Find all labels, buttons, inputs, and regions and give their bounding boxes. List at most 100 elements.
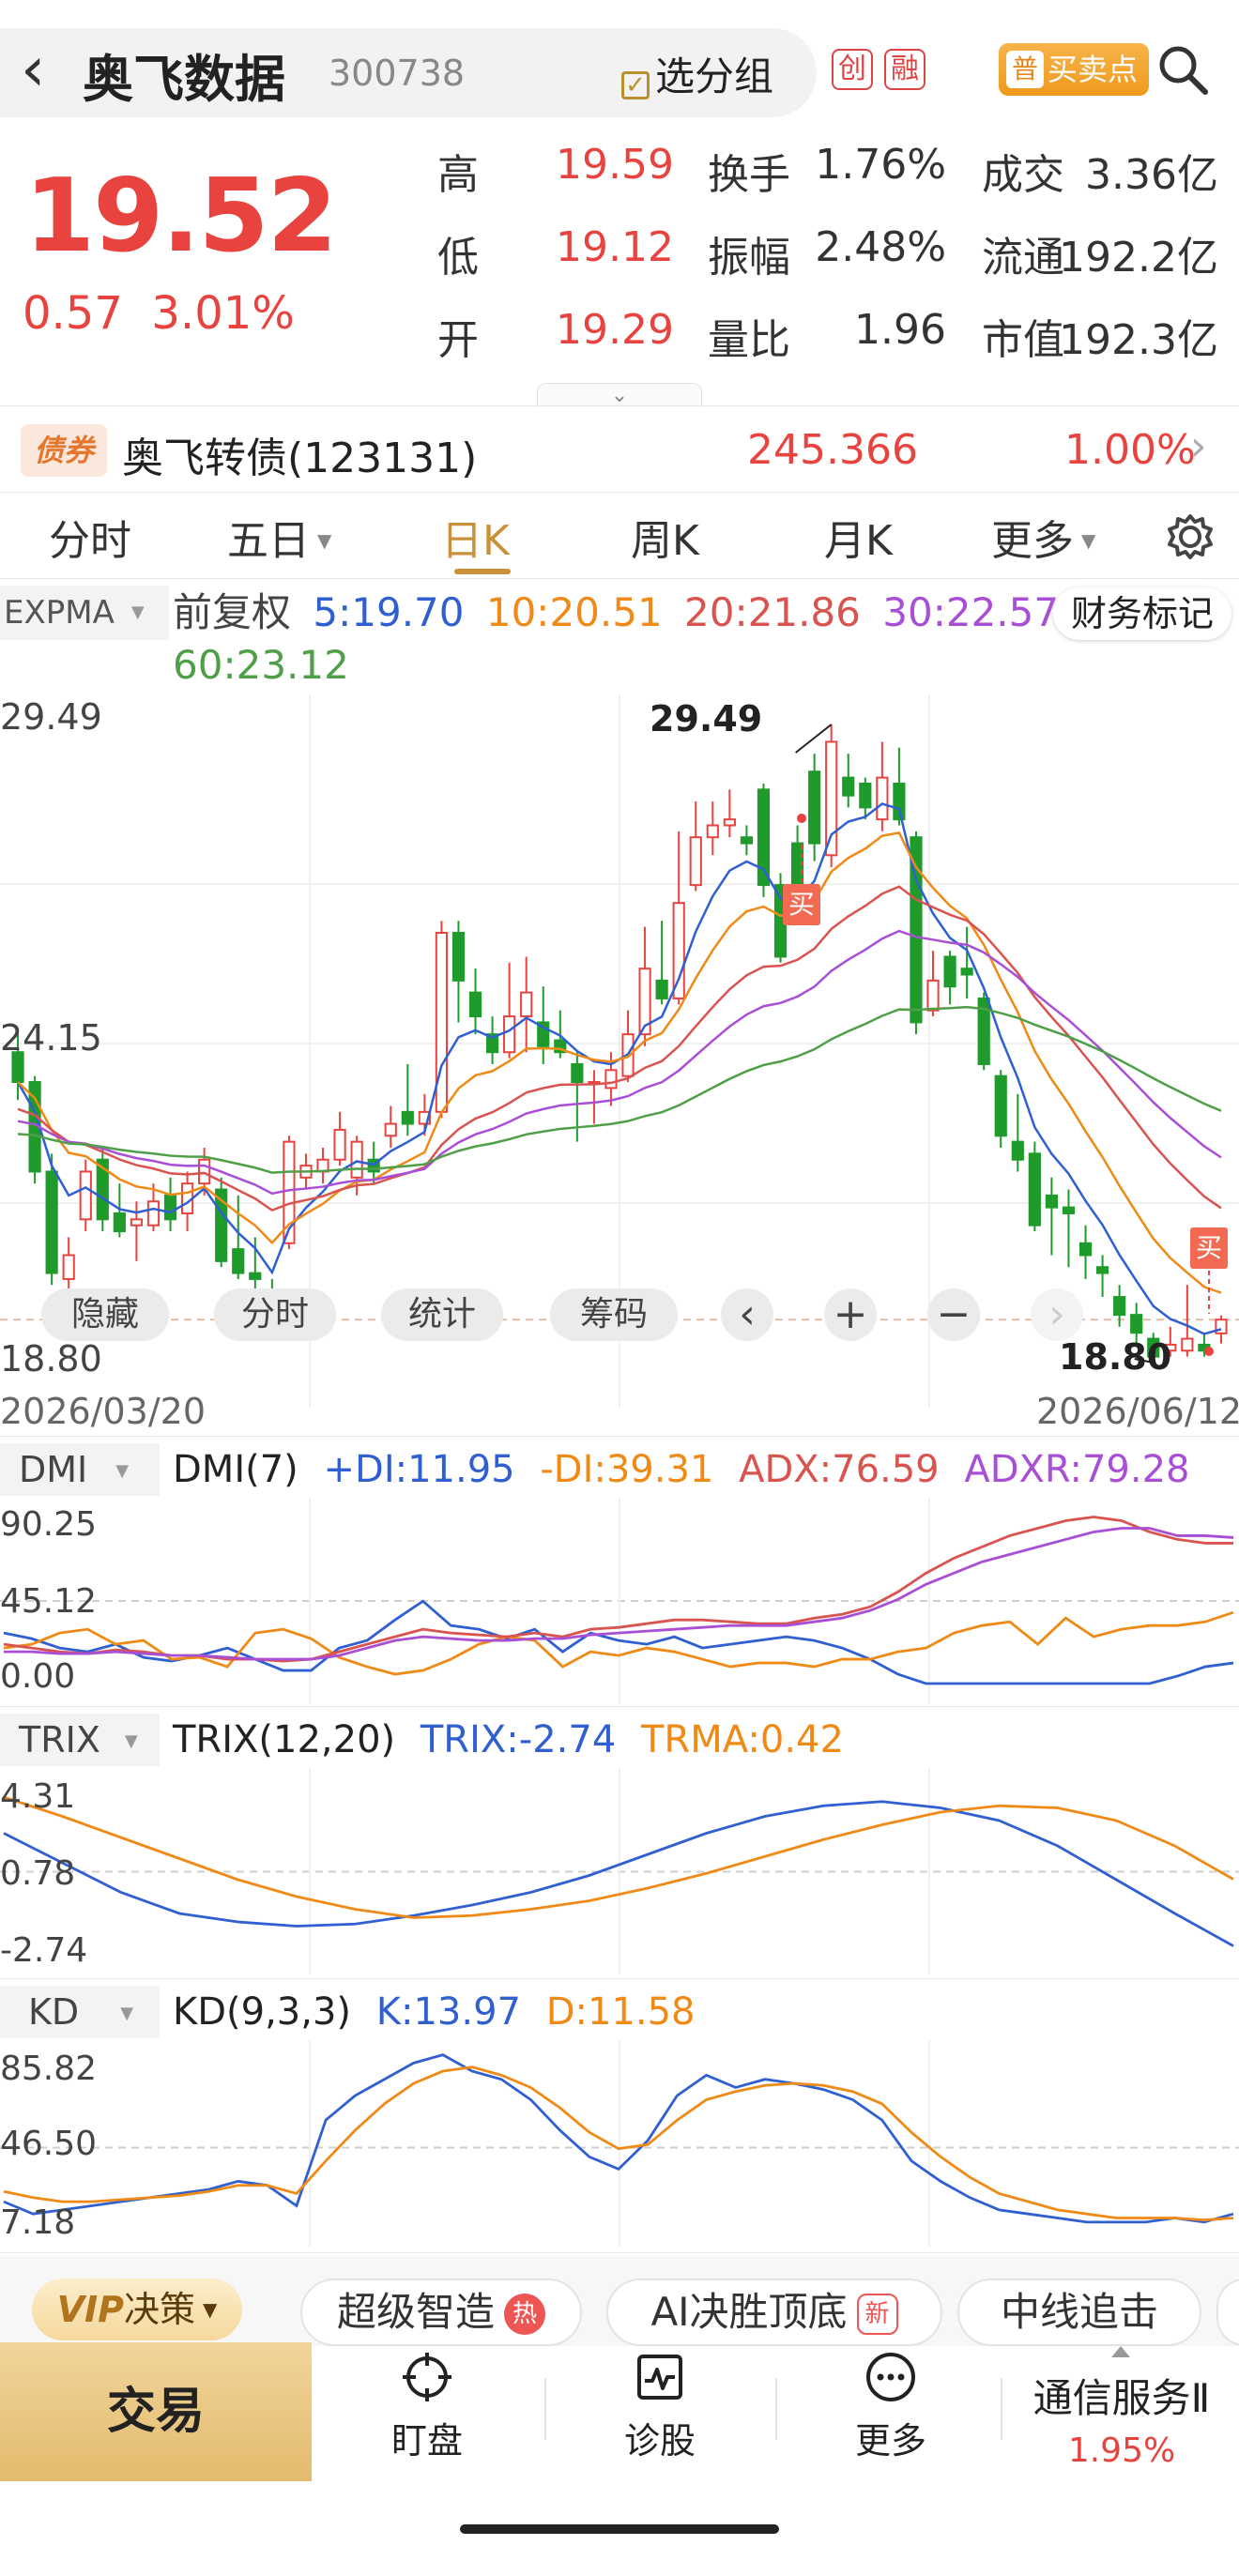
buy-sell-point-button[interactable]: 普买卖点: [999, 43, 1149, 96]
tab-fenshi[interactable]: 分时: [49, 507, 131, 567]
kd-chart: [0, 2040, 1239, 2247]
stat-value: 19.59: [556, 141, 674, 189]
indicator-selector-kd[interactable]: KD ▼: [0, 1986, 160, 2038]
mid-line-chase-chip[interactable]: 中线追击: [957, 2279, 1201, 2346]
select-group-button[interactable]: ✓ 选分组: [621, 45, 773, 102]
stat-value: 192.3亿: [1059, 316, 1218, 364]
adjust-mode[interactable]: 前复权: [173, 589, 291, 635]
stat-label: 量比: [708, 316, 790, 364]
dmi-adx: ADX:76.59: [739, 1448, 940, 1491]
kd-legend: KD(9,3,3) K:13.97 D:11.58: [173, 1986, 695, 2038]
candle-down: [163, 1194, 177, 1221]
active-tab-indicator: [454, 569, 511, 574]
diagnose-nav-item[interactable]: 诊股: [608, 2351, 711, 2463]
candle-up: [146, 1200, 161, 1227]
y-axis-mid-label: 24.15: [0, 1017, 102, 1059]
stat-value: 1.76%: [815, 141, 946, 189]
candle-down: [1078, 1242, 1093, 1257]
tab-five-day[interactable]: 五日 ▼: [227, 507, 331, 567]
candle-down: [842, 776, 855, 797]
indicator-selector-trix[interactable]: TRIX ▼: [0, 1714, 160, 1766]
zoom-out-icon[interactable]: −: [927, 1288, 980, 1341]
dmi-pdi: +DI:11.95: [323, 1448, 515, 1491]
ai-top-bottom-label: AI决胜顶底: [650, 2289, 848, 2335]
stat-label: 开: [437, 316, 479, 364]
expand-chevron-icon[interactable]: ⌄: [537, 383, 702, 407]
candle-up: [926, 979, 940, 1012]
buy-signal-marker[interactable]: 买: [1190, 1227, 1228, 1269]
nav-divider: [1001, 2378, 1002, 2440]
chip-distribution-button[interactable]: 筹码: [550, 1288, 678, 1341]
stat-value: 2.48%: [815, 223, 946, 271]
zoom-in-icon[interactable]: +: [824, 1288, 877, 1341]
stat-label: 市值: [982, 316, 1064, 364]
dmi-mdi: -DI:39.31: [540, 1448, 714, 1491]
finance-mark-button[interactable]: 财务标记: [1053, 587, 1231, 640]
back-icon[interactable]: ‹: [21, 32, 45, 107]
dmi-chart: [0, 1498, 1239, 1704]
scroll-left-icon[interactable]: ‹: [721, 1288, 773, 1341]
settings-gear-icon[interactable]: [1164, 511, 1216, 563]
candle-down: [943, 955, 956, 988]
buy-signal-marker[interactable]: 买: [783, 884, 820, 925]
candle-down: [1113, 1296, 1126, 1317]
candle-up: [520, 991, 533, 1018]
checkbox-icon: ✓: [621, 71, 650, 99]
date-start-label: 2026/03/20: [0, 1391, 206, 1432]
caret-up-icon: [1111, 2346, 1130, 2357]
diagnose-label: 诊股: [623, 2420, 696, 2462]
tab-week-k[interactable]: 周K: [631, 507, 699, 567]
tab-day-k[interactable]: 日K: [441, 507, 510, 567]
caret-down-icon: ▼: [115, 1461, 130, 1481]
candle-down: [1011, 1140, 1024, 1161]
target-icon: [403, 2353, 451, 2401]
trix-label: TRIX: [19, 1719, 100, 1761]
caret-down-icon: ▼: [124, 1731, 138, 1751]
hide-button[interactable]: 隐藏: [41, 1288, 169, 1341]
stock-name: 奥飞数据: [83, 50, 285, 109]
buy-dot: [797, 814, 806, 823]
convertible-bond-row[interactable]: 债券 奥飞转债(123131) 245.366 1.00% ›: [0, 413, 1239, 490]
dmi-y-bottom: 0.00: [0, 1657, 76, 1696]
candle-down: [249, 1272, 262, 1280]
sector-name: 通信服务Ⅱ: [1032, 2375, 1211, 2421]
trix-y-bottom: -2.74: [0, 1931, 88, 1970]
trix-value: TRIX:-2.74: [420, 1718, 617, 1761]
candle-down: [994, 1075, 1007, 1137]
vip-decision-button[interactable]: VIP决策 ▼: [32, 2279, 242, 2340]
candle-up: [706, 824, 719, 839]
kd-d-value: D:11.58: [545, 1990, 696, 2034]
candle-up: [62, 1254, 75, 1280]
select-group-label: 选分组: [655, 53, 774, 99]
search-icon[interactable]: [1155, 41, 1211, 98]
tab-month-k[interactable]: 月K: [824, 507, 893, 567]
ai-top-bottom-chip[interactable]: AI决胜顶底新: [606, 2279, 942, 2346]
candle-up: [723, 818, 736, 827]
super-smart-chip[interactable]: 超级智造热: [300, 2279, 582, 2346]
statistics-button[interactable]: 统计: [381, 1288, 503, 1341]
dmi-y-mid: 45.12: [0, 1582, 98, 1621]
ma10-value: 10:20.51: [485, 589, 663, 635]
sector-nav-item[interactable]: 通信服务Ⅱ 1.95%: [1004, 2367, 1239, 2470]
watch-nav-item[interactable]: 盯盘: [375, 2351, 479, 2463]
bond-name: 奥飞转债(123131): [122, 434, 478, 482]
vip-label: 决策: [124, 2289, 196, 2330]
pu-tag: 普: [1006, 51, 1044, 88]
candle-up: [503, 1015, 516, 1054]
trade-button[interactable]: 交易: [0, 2342, 312, 2481]
candle-up: [333, 1128, 346, 1161]
kd-k-value: K:13.97: [375, 1990, 521, 2034]
date-end-label: 2026/06/12: [1036, 1391, 1239, 1432]
stat-label: 低: [437, 234, 479, 282]
tab-more[interactable]: 更多 ▼: [991, 507, 1095, 567]
indicator-selector-dmi[interactable]: DMI ▼: [0, 1443, 160, 1496]
more-nav-item[interactable]: 更多: [839, 2351, 942, 2463]
fenshi-button[interactable]: 分时: [214, 1288, 336, 1341]
bond-tag: 债券: [21, 424, 107, 477]
scroll-right-icon[interactable]: ›: [1031, 1288, 1083, 1341]
stat-value: 192.2亿: [1059, 234, 1218, 282]
trix-y-mid: 0.78: [0, 1854, 76, 1893]
candle-down: [451, 932, 466, 982]
indicator-selector-expma[interactable]: EXPMA ▼: [0, 586, 169, 640]
candle-down: [740, 836, 754, 845]
